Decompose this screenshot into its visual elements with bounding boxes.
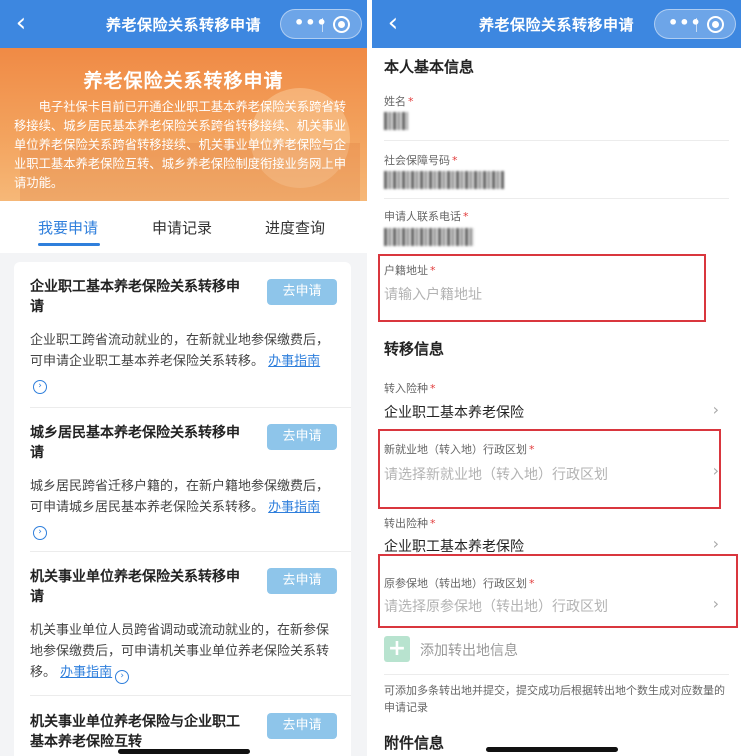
- guide-link[interactable]: 办事指南: [268, 354, 320, 369]
- mini-program-capsule: •••: [654, 9, 736, 39]
- guide-link[interactable]: 办事指南: [60, 665, 112, 680]
- chevron-right-icon[interactable]: ›: [713, 534, 719, 553]
- hukou-label: 户籍地址 *: [384, 264, 436, 277]
- in-insurance-type-select[interactable]: 企业职工基本养老保险: [384, 402, 524, 422]
- card-title: 企业职工基本养老保险关系转移申请: [30, 279, 240, 315]
- guide-link[interactable]: 办事指南: [268, 500, 320, 515]
- card-divider: [30, 695, 351, 696]
- service-card-list: 企业职工基本养老保险关系转移申请 去申请 企业职工跨省流动就业的，在新就业地参保…: [14, 262, 351, 756]
- card-title: 城乡居民基本养老保险关系转移申请: [30, 425, 240, 461]
- phone-value-redacted: [384, 228, 474, 246]
- name-label: 姓名 *: [384, 95, 414, 108]
- section-title-basic: 本人基本信息: [384, 58, 475, 76]
- more-icon[interactable]: •••: [294, 15, 327, 31]
- in-insurance-type-label: 转入险种 *: [384, 382, 436, 395]
- mini-program-capsule: •••: [280, 9, 362, 39]
- more-icon[interactable]: •••: [668, 15, 701, 31]
- arrow-right-circle-icon[interactable]: ›: [33, 526, 47, 540]
- field-divider: [384, 198, 729, 199]
- card-description: 企业职工跨省流动就业的，在新就业地参保缴费后，可申请企业职工基本养老保险关系转移…: [30, 330, 336, 394]
- banner-description: 电子社保卡目前已开通企业职工基本养老保险关系跨省转移接续、城乡居民基本养老保险关…: [14, 100, 347, 190]
- highlight-box: [378, 554, 738, 628]
- add-out-area-button[interactable]: 添加转出地信息: [420, 640, 518, 660]
- close-mini-program-icon[interactable]: [333, 16, 350, 33]
- arrow-right-circle-icon[interactable]: ›: [115, 670, 130, 684]
- chevron-right-icon[interactable]: ›: [713, 400, 719, 419]
- capsule-divider: [696, 18, 697, 32]
- field-divider: [384, 140, 729, 141]
- tab-progress[interactable]: 进度查询: [265, 217, 325, 238]
- old-area-select[interactable]: 请选择原参保地（转出地）行政区划: [384, 596, 608, 616]
- ssn-value-redacted: [384, 171, 504, 189]
- capsule-divider: [322, 18, 323, 32]
- apply-button[interactable]: 去申请: [267, 279, 337, 305]
- plus-icon[interactable]: +: [384, 636, 410, 662]
- tab-records[interactable]: 申请记录: [152, 217, 212, 238]
- card-description: 机关事业单位人员跨省调动或流动就业的，在新参保地参保缴费后，可申请机关事业单位养…: [30, 620, 336, 684]
- home-indicator: [486, 747, 618, 752]
- card-divider: [30, 551, 351, 552]
- apply-button[interactable]: 去申请: [267, 713, 337, 739]
- old-area-label: 原参保地（转出地）行政区划 *: [384, 577, 535, 590]
- card-title: 机关事业单位养老保险与企业职工基本养老保险互转: [30, 714, 240, 750]
- new-area-select[interactable]: 请选择新就业地（转入地）行政区划: [384, 464, 608, 484]
- application-form: 本人基本信息 姓名 * 社会保障号码 * 申请人联系电话 * 户籍地址 * 请输入户籍地…: [372, 48, 741, 756]
- new-area-label: 新就业地（转入地）行政区划 *: [384, 443, 535, 456]
- card-description: 城乡居民跨省迁移户籍的，在新户籍地参保缴费后，可申请城乡居民基本养老保险关系转移…: [30, 476, 336, 540]
- active-tab-indicator: [38, 243, 100, 246]
- name-value-redacted: [384, 112, 408, 130]
- chevron-right-icon[interactable]: ›: [713, 594, 719, 613]
- out-insurance-type-label: 转出险种 *: [384, 517, 436, 530]
- home-indicator: [118, 749, 250, 754]
- card-divider: [30, 407, 351, 408]
- banner: 养老保险关系转移申请 电子社保卡目前已开通企业职工基本养老保险关系跨省转移接续、…: [0, 48, 367, 201]
- close-mini-program-icon[interactable]: [707, 16, 724, 33]
- nav-bar: ‹ 养老保险关系转移申请 •••: [372, 0, 741, 48]
- right-screen: ‹ 养老保险关系转移申请 ••• 本人基本信息 姓名 * 社会保障号码 * 申请人联…: [372, 0, 741, 756]
- ssn-label: 社会保障号码 *: [384, 154, 458, 167]
- left-screen: ‹ 养老保险关系转移申请 ••• 养老保险关系转移申请 电子社保卡目前已开通企业…: [0, 0, 367, 756]
- multi-out-area-hint: 可添加多条转出地并提交，提交成功后根据转出地个数生成对应数量的申请记录: [384, 684, 725, 714]
- tab-apply[interactable]: 我要申请: [38, 217, 98, 238]
- out-insurance-type-select[interactable]: 企业职工基本养老保险: [384, 536, 524, 556]
- tab-bar: 我要申请 申请记录 进度查询: [0, 201, 367, 253]
- chevron-right-icon[interactable]: ›: [713, 461, 719, 480]
- hukou-address-input[interactable]: 请输入户籍地址: [384, 284, 482, 304]
- section-title-attachments: 附件信息: [384, 734, 445, 752]
- field-divider: [384, 674, 729, 675]
- phone-label: 申请人联系电话 *: [384, 210, 469, 223]
- nav-bar: ‹ 养老保险关系转移申请 •••: [0, 0, 367, 48]
- card-title: 机关事业单位养老保险关系转移申请: [30, 569, 240, 605]
- apply-button[interactable]: 去申请: [267, 424, 337, 450]
- arrow-right-circle-icon[interactable]: ›: [33, 380, 47, 394]
- apply-button[interactable]: 去申请: [267, 568, 337, 594]
- banner-title: 养老保险关系转移申请: [83, 70, 284, 92]
- section-title-transfer: 转移信息: [384, 340, 445, 358]
